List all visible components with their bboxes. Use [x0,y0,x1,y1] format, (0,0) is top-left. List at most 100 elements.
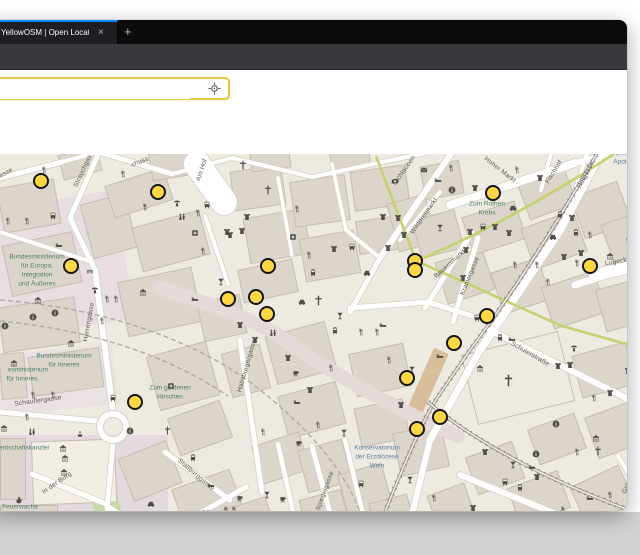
church-icon [313,293,324,304]
map-marker[interactable] [446,335,462,351]
street-label: chuss [130,155,150,169]
geolocate-icon[interactable] [208,82,221,95]
building [353,398,411,448]
building [166,399,234,457]
restaurant-icon [573,254,581,262]
museum-icon [67,334,75,342]
bar-icon [436,219,444,227]
tram-icon [572,224,580,232]
clothes-icon [238,222,246,230]
bus-icon [348,238,356,246]
pharmacy-icon [191,224,199,232]
building [220,343,272,399]
clothes-icon [624,362,627,370]
phone-icon [173,194,181,202]
restaurant-icon [222,501,230,509]
restaurant-icon [293,200,301,208]
taxi-icon [509,199,517,207]
map-marker[interactable] [409,421,425,437]
building [569,180,627,240]
restaurant-icon [327,359,335,367]
restaurant-icon [357,323,365,331]
building [229,164,287,212]
place-label: für Inneres [6,375,38,383]
building [516,165,578,221]
hotel-icon [528,458,536,466]
clothes-icon [379,208,387,216]
street-label: Fischhof [544,159,564,185]
map-marker[interactable] [260,258,276,274]
tab-close-icon[interactable]: × [98,26,104,40]
hotel-icon [436,347,444,355]
place-label: für Europa, [20,262,54,270]
bench-icon [86,262,94,270]
map-marker[interactable] [127,394,143,410]
map-marker[interactable] [432,409,448,425]
browser-window: YellowOSM | Open Locations × + i https:/… [0,20,627,511]
clothes-icon [533,468,541,476]
restaurant-icon [430,489,438,497]
building [0,505,58,511]
museum-icon [60,463,68,471]
street-label: Schulerstraße [509,340,551,368]
taxi-icon [549,228,557,236]
landuse-area [0,343,118,417]
info-icon [51,304,59,312]
map-marker[interactable] [248,289,264,305]
map-marker[interactable] [479,308,495,324]
building [426,482,478,511]
clothes-icon [469,499,477,507]
church-icon [502,374,515,387]
clothes-icon [489,508,497,511]
building [27,347,105,397]
restaurant-icon [23,408,31,416]
map-marker[interactable] [582,258,598,274]
map-marker[interactable] [399,370,415,386]
building [298,229,362,283]
info-icon [29,308,37,316]
bar-icon [406,471,414,479]
hotel-icon [207,476,215,484]
bar-icon [509,456,517,464]
place-label: Hirschen [157,393,183,401]
cafe-icon [236,489,244,497]
map-marker[interactable] [407,262,423,278]
cafe-icon [292,364,300,372]
street-label: Schauflergasse [13,394,63,408]
restaurant-icon [513,161,521,169]
map-marker[interactable] [220,291,236,307]
restaurant-icon [573,443,581,451]
place-label: Zum Rothen [469,200,505,208]
building [0,178,62,234]
place-label: esministerium [7,366,49,374]
building [520,209,588,271]
restaurant-icon [103,290,111,298]
clothes-icon [459,269,467,277]
building [251,431,311,485]
building [242,207,312,265]
clothes-icon [560,248,568,256]
street-label: Grünang [621,467,627,495]
museum-icon [61,449,69,457]
hotel-icon [508,330,516,338]
building [289,174,351,228]
bar-icon [263,486,271,494]
map-marker[interactable] [33,173,49,189]
building [540,270,608,330]
place-label: Wien [369,462,385,470]
clothes-icon [306,381,314,389]
hotel-icon [586,489,594,497]
new-tab-button[interactable]: + [124,23,132,40]
map-canvas[interactable]: asse Strauchgas chuss Am Hof Tuchlauben Wildp… [0,154,627,511]
street-label: Bräunerstraße [167,508,211,511]
tab-yellowosm[interactable]: YellowOSM | Open Locations × [0,20,118,44]
map-marker[interactable] [63,258,79,274]
tab-title: YellowOSM | Open Locations [1,28,89,37]
map-marker[interactable] [150,184,166,200]
location-search-input[interactable] [0,80,190,99]
location-search-box[interactable] [0,77,230,100]
building [506,469,572,511]
building [117,266,203,338]
map-marker[interactable] [485,185,501,201]
map-marker[interactable] [259,306,275,322]
